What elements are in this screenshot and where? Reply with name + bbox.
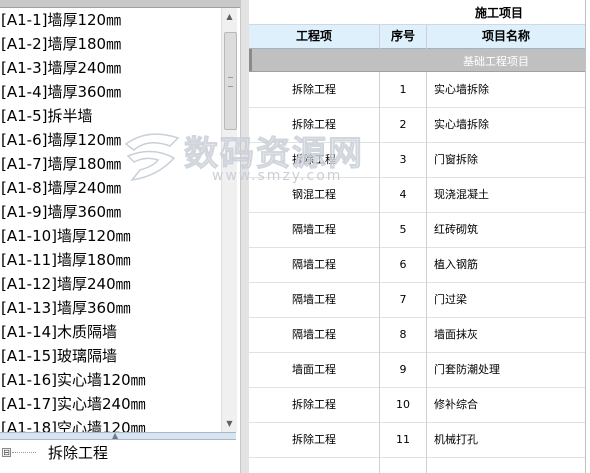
header-work-item[interactable]: 工程项 <box>249 25 379 48</box>
scroll-up-arrow-icon[interactable]: ▲ <box>222 8 237 25</box>
group-row-basic[interactable]: 基础工程项目 <box>249 49 585 72</box>
cell-work-item: 钢混工程 <box>292 188 336 201</box>
list-item[interactable]: [A1-13]墙厚360㎜ <box>0 296 221 320</box>
header-seq[interactable]: 序号 <box>380 25 426 48</box>
tree-node-label: 拆除工程 <box>48 444 109 462</box>
cell-item-name: 门窗拆除 <box>434 153 478 166</box>
cell-item-name: 实心墙拆除 <box>434 83 489 96</box>
cell-item-name: 修补综合 <box>434 398 478 411</box>
table-caption-text: 施工项目 <box>475 6 524 20</box>
cell-item-name: 门套防潮处理 <box>434 363 500 376</box>
table-row[interactable]: 拆除工程 11 机械打孔 <box>249 422 585 458</box>
table-caption: 施工项目 <box>249 0 585 25</box>
list-item[interactable]: [A1-5]拆半墙 <box>0 104 221 128</box>
table-row[interactable]: 隔墙工程 5 红砖砌筑 <box>249 212 585 248</box>
cell-item-name: 植入钢筋 <box>434 258 478 271</box>
list-item[interactable]: [A1-10]墙厚120㎜ <box>0 224 221 248</box>
column-divider <box>426 72 427 473</box>
list-item[interactable]: [A1-14]木质隔墙 <box>0 320 221 344</box>
list-item[interactable]: [A1-17]实心墙240㎜ <box>0 392 221 416</box>
list-item[interactable]: [A1-15]玻璃隔墙 <box>0 344 221 368</box>
tree-collapse-icon[interactable]: ⊟ <box>2 448 11 457</box>
table-row[interactable]: 隔墙工程 8 墙面抹灰 <box>249 317 585 353</box>
cell-seq: 3 <box>399 153 407 166</box>
table-right-border <box>585 0 586 473</box>
cell-item-name: 墙面抹灰 <box>434 328 478 341</box>
table-row[interactable]: 隔墙工程 6 植入钢筋 <box>249 247 585 283</box>
list-item[interactable]: [A1-12]墙厚240㎜ <box>0 272 221 296</box>
header-column-divider <box>379 25 380 49</box>
cell-work-item: 墙面工程 <box>292 363 336 376</box>
table-row[interactable]: 墙面工程 9 门套防潮处理 <box>249 352 585 388</box>
cell-seq: 5 <box>399 223 407 236</box>
cell-seq: 2 <box>399 118 407 131</box>
list-vertical-scrollbar[interactable]: ▲ ▼ <box>221 8 237 432</box>
cell-work-item: 拆除工程 <box>292 433 336 446</box>
cell-item-name: 机械打孔 <box>434 433 478 446</box>
cell-work-item: 拆除工程 <box>292 153 336 166</box>
cell-work-item: 隔墙工程 <box>292 328 336 341</box>
cell-work-item: 隔墙工程 <box>292 258 336 271</box>
scroll-down-arrow-icon[interactable]: ▼ <box>222 415 237 432</box>
cell-seq: 7 <box>399 293 407 306</box>
cell-work-item: 拆除工程 <box>292 118 336 131</box>
list-item[interactable]: [A1-1]墙厚120㎜ <box>0 8 221 32</box>
horizontal-splitter[interactable]: ▲ <box>0 431 236 440</box>
list-item[interactable]: [A1-3]墙厚240㎜ <box>0 56 221 80</box>
list-item[interactable]: [A1-4]墙厚360㎜ <box>0 80 221 104</box>
cell-seq: 10 <box>396 398 410 411</box>
table-row[interactable]: 拆除工程 3 门窗拆除 <box>249 142 585 178</box>
column-divider <box>379 72 380 473</box>
scroll-grip-icon <box>228 77 233 87</box>
cell-item-name: 实心墙拆除 <box>434 118 489 131</box>
list-item[interactable]: [A1-16]实心墙120㎜ <box>0 368 221 392</box>
group-row-label: 基础工程项目 <box>463 55 529 68</box>
quota-list: [A1-1]墙厚120㎜ [A1-2]墙厚180㎜ [A1-3]墙厚240㎜ [… <box>0 8 222 432</box>
list-item[interactable]: [A1-2]墙厚180㎜ <box>0 32 221 56</box>
table-header-row: 工程项 序号 项目名称 <box>249 25 585 49</box>
table-row[interactable]: 隔墙工程 7 门过梁 <box>249 282 585 318</box>
cell-work-item: 拆除工程 <box>292 83 336 96</box>
cell-seq: 1 <box>399 83 407 96</box>
group-row-marker <box>249 49 252 71</box>
scroll-thumb[interactable] <box>224 32 237 130</box>
construction-items-table: 施工项目 工程项 序号 项目名称 基础工程项目 拆除工程 1 实心墙拆除 拆除工… <box>249 0 590 473</box>
left-pane: [A1-1]墙厚120㎜ [A1-2]墙厚180㎜ [A1-3]墙厚240㎜ [… <box>0 0 240 473</box>
cell-item-name: 红砖砌筑 <box>434 223 478 236</box>
table-row[interactable]: 拆除工程 2 实心墙拆除 <box>249 107 585 143</box>
cell-item-name: 现浇混凝土 <box>434 188 489 201</box>
tree-connector-line <box>12 452 36 453</box>
table-row[interactable]: 拆除工程 1 实心墙拆除 <box>249 72 585 108</box>
cell-work-item: 拆除工程 <box>292 398 336 411</box>
tree-node-demolition[interactable]: ⊟ 拆除工程 <box>0 440 236 473</box>
list-item[interactable]: [A1-8]墙厚240㎜ <box>0 176 221 200</box>
cell-work-item: 隔墙工程 <box>292 223 336 236</box>
list-item[interactable]: [A1-9]墙厚360㎜ <box>0 200 221 224</box>
list-item[interactable]: [A1-7]墙厚180㎜ <box>0 152 221 176</box>
list-item[interactable]: [A1-18]空心墙120㎜ <box>0 416 221 432</box>
splitter-grip-icon: ▲ <box>112 431 119 440</box>
cell-seq: 9 <box>399 363 407 376</box>
tree-expander-glyph: ⊟ <box>3 448 10 457</box>
header-column-divider <box>426 25 427 49</box>
cell-seq: 6 <box>399 258 407 271</box>
left-pane-top-bar <box>0 0 240 8</box>
cell-seq: 4 <box>399 188 407 201</box>
list-item[interactable]: [A1-11]墙厚180㎜ <box>0 248 221 272</box>
cell-seq: 8 <box>399 328 407 341</box>
table-row[interactable]: 拆除工程 10 修补综合 <box>249 387 585 423</box>
cell-seq: 11 <box>396 433 410 446</box>
cell-work-item: 隔墙工程 <box>292 293 336 306</box>
list-item[interactable]: [A1-6]墙厚120㎜ <box>0 128 221 152</box>
table-row[interactable]: 钢混工程 4 现浇混凝土 <box>249 177 585 213</box>
header-item-name[interactable]: 项目名称 <box>427 25 585 48</box>
cell-item-name: 门过梁 <box>434 293 467 306</box>
